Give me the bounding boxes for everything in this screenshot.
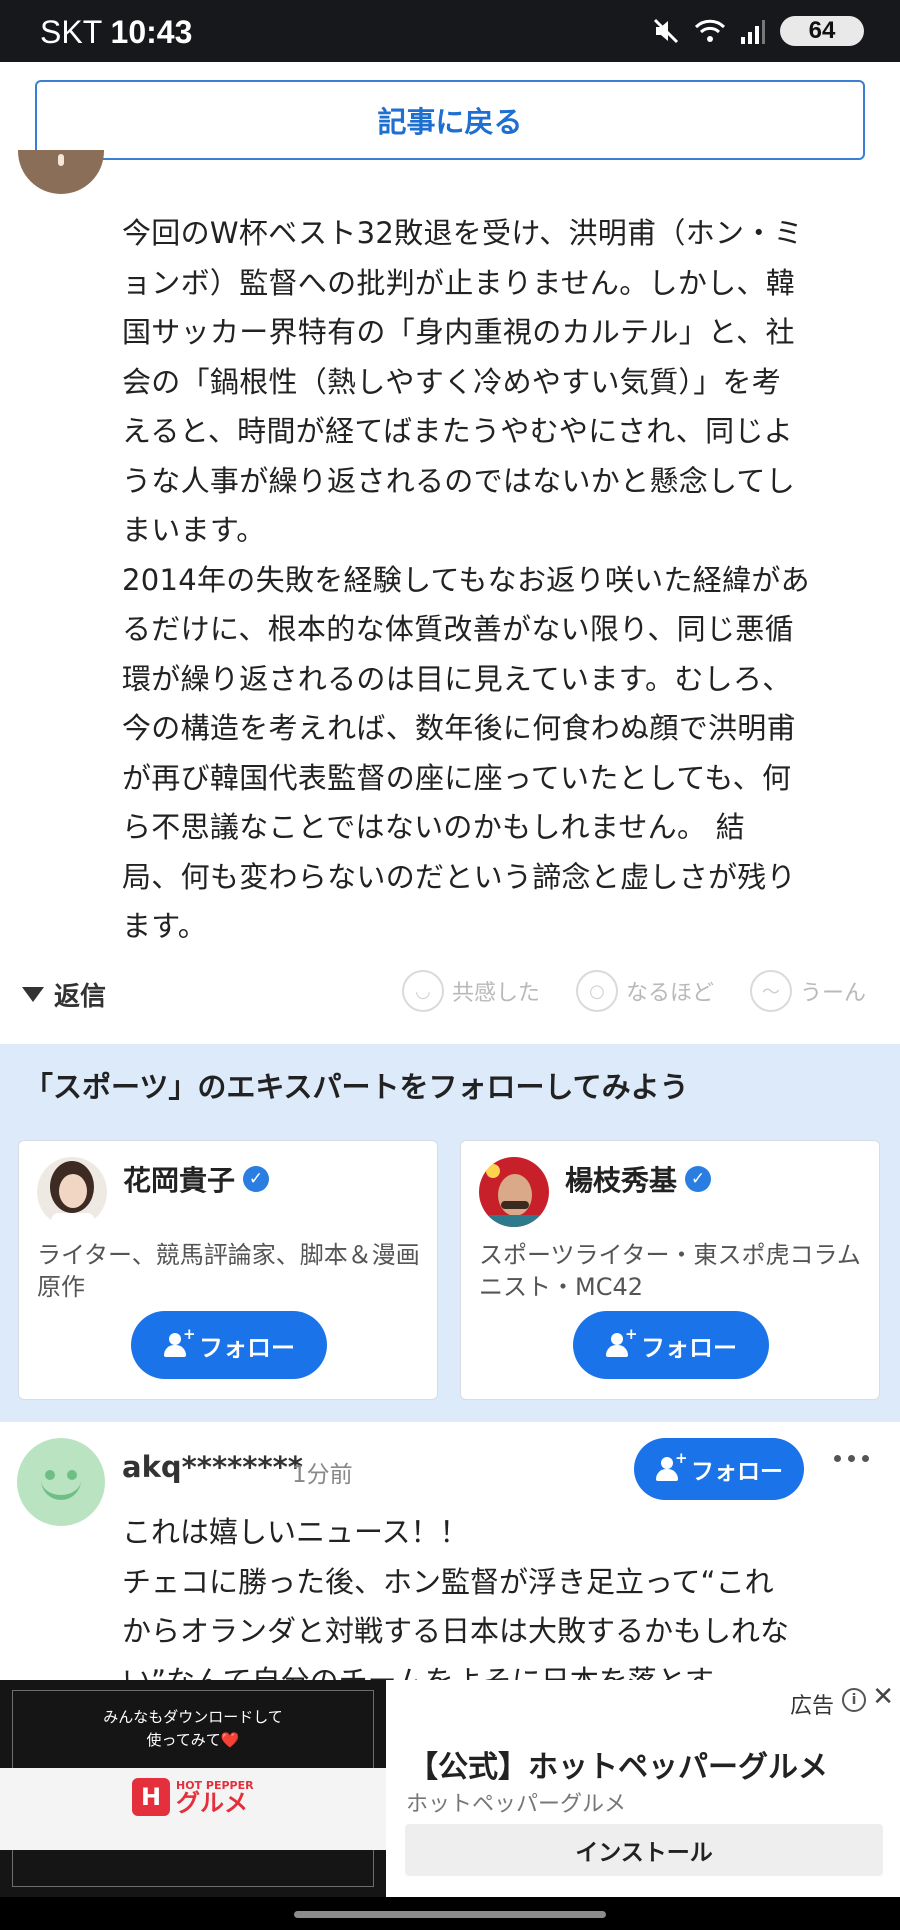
battery-icon: 64 bbox=[780, 16, 864, 46]
triangle-down-icon bbox=[22, 987, 44, 1002]
expert-name[interactable]: 花岡貴子 ✓ bbox=[123, 1159, 270, 1199]
expert-name[interactable]: 楊枝秀基 ✓ bbox=[565, 1159, 712, 1199]
follow-label: フォロー bbox=[199, 1333, 295, 1362]
reaction-label: なるほど bbox=[626, 981, 715, 1006]
reply-toggle[interactable]: 返信 bbox=[22, 976, 106, 1013]
comment-text: 今回のW杯ベスト32敗退を受け、洪明甫（ホン・ミ ョンボ）監督への批判が止まりま… bbox=[122, 216, 810, 943]
thinking-face-icon: ～ bbox=[750, 970, 792, 1012]
info-icon[interactable]: i bbox=[842, 1688, 866, 1712]
follow-button[interactable]: + フォロー bbox=[573, 1311, 769, 1379]
clock: 10:43 bbox=[110, 14, 193, 50]
install-label: インストール bbox=[575, 1840, 713, 1866]
ad-image-caption: みんなもダウンロードして 使ってみて❤️ bbox=[103, 1708, 283, 1749]
comment-text: これは嬉しいニュース！！ チェコに勝った後、ホン監督が浮き足立って“これ からオ… bbox=[122, 1515, 790, 1698]
experts-heading: 「スポーツ」のエキスパートをフォローしてみよう bbox=[24, 1070, 689, 1104]
mute-icon bbox=[653, 18, 679, 44]
ad-banner[interactable]: みんなもダウンロードして 使ってみて❤️ H HOT PEPPER グルメ 広告… bbox=[0, 1680, 900, 1897]
navigation-bar bbox=[0, 1897, 900, 1930]
ad-image[interactable]: みんなもダウンロードして 使ってみて❤️ H HOT PEPPER グルメ bbox=[0, 1680, 386, 1897]
expert-name-text: 楊枝秀基 bbox=[565, 1164, 678, 1197]
verified-icon: ✓ bbox=[243, 1166, 270, 1192]
reply-label: 返信 bbox=[54, 982, 107, 1012]
reaction-insightful-button[interactable]: ○ なるほど bbox=[576, 970, 714, 1012]
follow-button[interactable]: + フォロー bbox=[131, 1311, 327, 1379]
add-person-icon: + bbox=[163, 1325, 196, 1357]
add-person-icon: + bbox=[655, 1449, 688, 1481]
reaction-empathy-button[interactable]: ◡ 共感した bbox=[402, 970, 540, 1012]
avatar[interactable] bbox=[17, 1438, 105, 1526]
ad-title[interactable]: 【公式】ホットペッパーグルメ bbox=[408, 1742, 828, 1786]
verified-icon: ✓ bbox=[685, 1166, 712, 1192]
hotpepper-logo: H HOT PEPPER グルメ bbox=[132, 1778, 254, 1816]
comment-username[interactable]: akq******** bbox=[122, 1450, 303, 1484]
signal-icon bbox=[741, 20, 765, 44]
avatar[interactable] bbox=[18, 150, 104, 228]
home-handle[interactable] bbox=[294, 1911, 606, 1918]
install-button[interactable]: インストール bbox=[405, 1824, 883, 1876]
expert-card[interactable]: 楊枝秀基 ✓ スポーツライター・東スポ虎コラムニスト・MC42 + フォロー bbox=[460, 1140, 880, 1400]
smile-face-icon: ◡ bbox=[402, 970, 444, 1012]
follow-button[interactable]: + フォロー bbox=[634, 1438, 804, 1500]
expert-description: スポーツライター・東スポ虎コラムニスト・MC42 bbox=[479, 1241, 861, 1301]
fork-h-icon: H bbox=[132, 1778, 170, 1816]
add-person-icon: + bbox=[605, 1325, 638, 1357]
wifi-icon bbox=[694, 19, 726, 42]
back-to-article-button[interactable]: 記事に戻る bbox=[35, 80, 865, 160]
back-to-article-label: 記事に戻る bbox=[377, 105, 523, 139]
expert-card[interactable]: 花岡貴子 ✓ ライター、競馬評論家、脚本＆漫画原作 + フォロー bbox=[18, 1140, 438, 1400]
reaction-label: うーん bbox=[800, 981, 867, 1006]
more-options-icon[interactable] bbox=[834, 1455, 869, 1462]
ad-label: 広告 bbox=[789, 1694, 834, 1719]
battery-level: 64 bbox=[808, 17, 836, 44]
comment-time: 1分前 bbox=[292, 1462, 353, 1488]
reaction-label: 共感した bbox=[452, 981, 541, 1006]
experts-panel: 「スポーツ」のエキスパートをフォローしてみよう 花岡貴子 ✓ ライター、競馬評論… bbox=[0, 1044, 900, 1422]
carrier-time: SKT 10:43 bbox=[40, 14, 192, 51]
ad-subtitle: ホットペッパーグルメ bbox=[406, 1792, 627, 1817]
logo-jp: グルメ bbox=[176, 1788, 248, 1817]
status-icons: 64 bbox=[652, 16, 864, 46]
carrier-label: SKT bbox=[40, 14, 102, 50]
avatar bbox=[37, 1157, 107, 1227]
comment-actions: 返信 ◡ 共感した ○ なるほど ～ うーん bbox=[0, 970, 900, 1020]
follow-label: フォロー bbox=[641, 1333, 737, 1362]
reaction-hmm-button[interactable]: ～ うーん bbox=[750, 970, 866, 1012]
status-bar: SKT 10:43 64 bbox=[0, 0, 900, 62]
expert-description: ライター、競馬評論家、脚本＆漫画原作 bbox=[37, 1241, 420, 1301]
expert-name-text: 花岡貴子 bbox=[123, 1164, 236, 1197]
close-icon[interactable]: ✕ bbox=[872, 1682, 894, 1712]
surprised-face-icon: ○ bbox=[576, 970, 618, 1012]
follow-label: フォロー bbox=[691, 1459, 783, 1485]
avatar bbox=[479, 1157, 549, 1227]
